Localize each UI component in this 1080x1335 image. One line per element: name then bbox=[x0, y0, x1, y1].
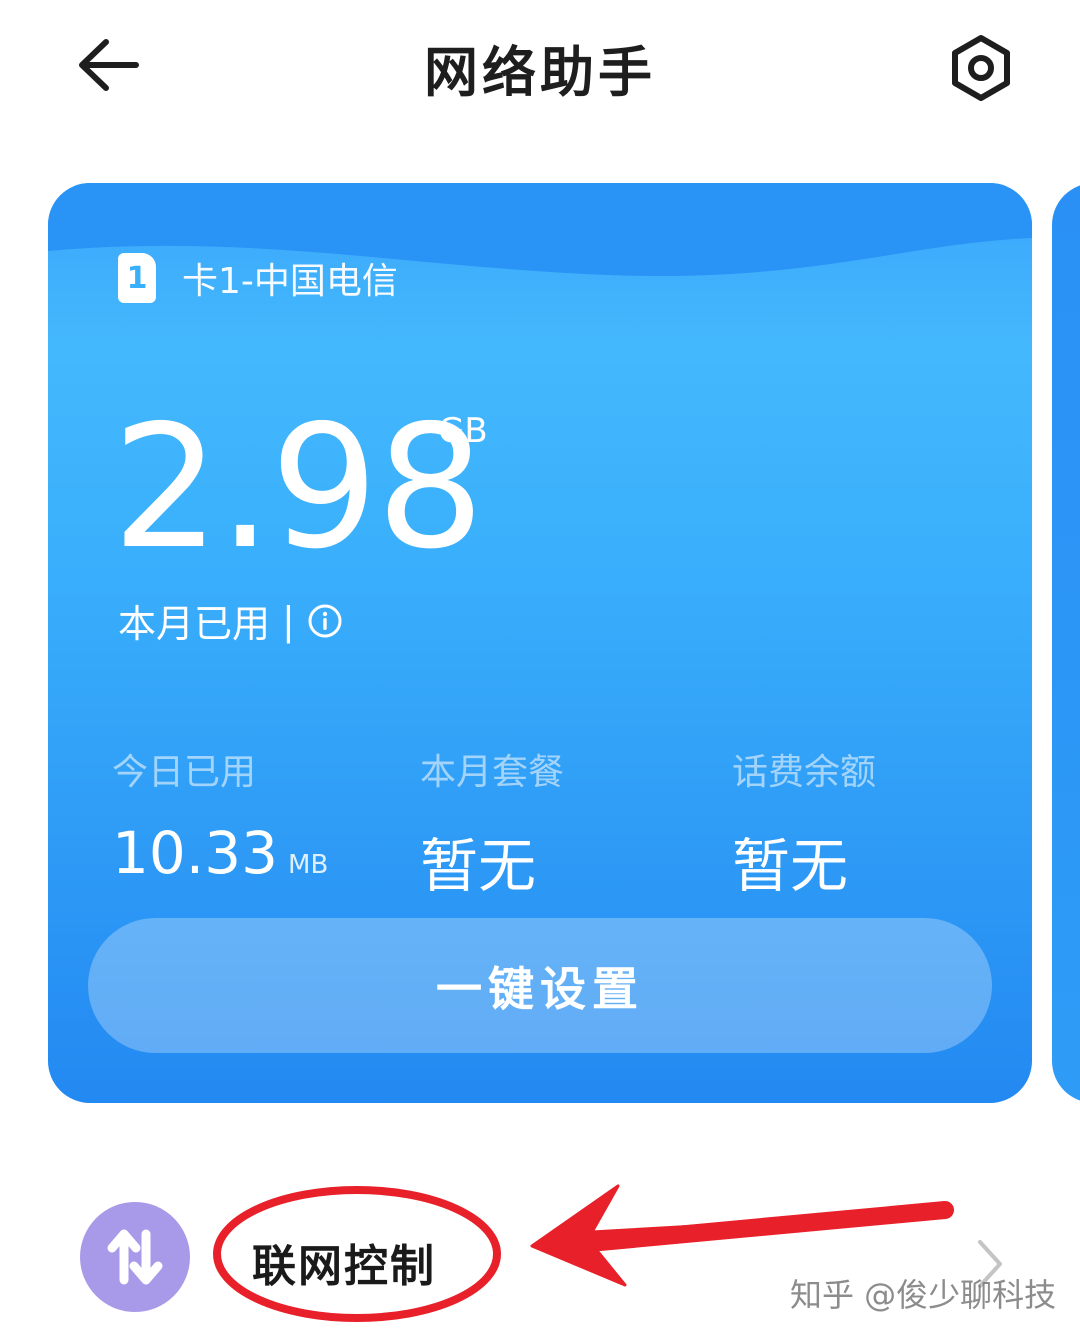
page-title: 网络助手 bbox=[424, 41, 656, 104]
stat-value: 暂无 bbox=[420, 832, 537, 900]
info-icon[interactable] bbox=[307, 603, 343, 639]
watermark: 知乎 @俊少聊科技 bbox=[790, 1276, 1057, 1314]
separator: | bbox=[282, 598, 295, 643]
stat-label: 今日已用 bbox=[112, 752, 257, 793]
stat-value: 暂无 bbox=[732, 832, 849, 900]
network-control-label: 联网控制 bbox=[252, 1241, 436, 1292]
up-down-arrows-icon bbox=[107, 1229, 163, 1285]
month-used-row: 本月已用 | bbox=[118, 593, 343, 648]
one-click-setup-button[interactable]: 一键设置 bbox=[88, 918, 992, 1053]
data-usage-card[interactable]: 1 卡1-中国电信 2.98 GB 本月已用 | 今日已用 10.33 MB 本月… bbox=[48, 183, 1032, 1103]
sim-card-row: 1 卡1-中国电信 bbox=[118, 253, 398, 303]
next-sim-card-peek[interactable] bbox=[1052, 183, 1080, 1103]
stat-today-used[interactable]: 今日已用 10.33 MB bbox=[112, 743, 328, 887]
sim-card-icon: 1 bbox=[118, 253, 156, 303]
settings-icon[interactable] bbox=[945, 32, 1017, 104]
stat-value-unit: MB bbox=[288, 850, 329, 880]
top-bar: 网络助手 bbox=[0, 0, 1080, 140]
network-control-icon bbox=[80, 1202, 190, 1312]
month-used-unit: GB bbox=[438, 411, 488, 451]
stat-value: 10.33 MB bbox=[112, 819, 328, 887]
stat-label: 话费余额 bbox=[732, 752, 877, 793]
stat-value-number: 10.33 bbox=[112, 819, 279, 887]
stat-monthly-plan[interactable]: 本月套餐 暂无 bbox=[420, 743, 564, 903]
stat-balance[interactable]: 话费余额 暂无 bbox=[732, 743, 876, 903]
month-used-value: 2.98 bbox=[112, 389, 485, 587]
stat-label: 本月套餐 bbox=[420, 752, 565, 793]
sim-label: 卡1-中国电信 bbox=[182, 261, 398, 302]
month-used-label: 本月已用 bbox=[118, 602, 271, 646]
